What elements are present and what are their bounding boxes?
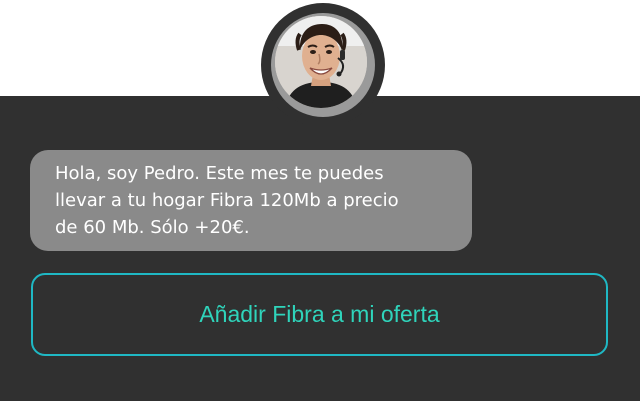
message-line-3: de 60 Mb. Sólo +20€. [55,217,250,238]
add-fibra-offer-label: Añadir Fibra a mi oferta [199,301,440,327]
add-fibra-offer-button[interactable]: Añadir Fibra a mi oferta [31,273,608,356]
message-line-1: Hola, soy Pedro. Este mes te puedes [55,163,384,184]
message-line-2: llevar a tu hogar Fibra 120Mb a precio [55,190,399,211]
agent-avatar [275,16,367,108]
agent-message-bubble: Hola, soy Pedro. Este mes te puedes llev… [30,150,472,251]
chat-offer-widget: Hola, soy Pedro. Este mes te puedes llev… [0,0,640,401]
agent-headset-avatar-icon [275,16,367,108]
